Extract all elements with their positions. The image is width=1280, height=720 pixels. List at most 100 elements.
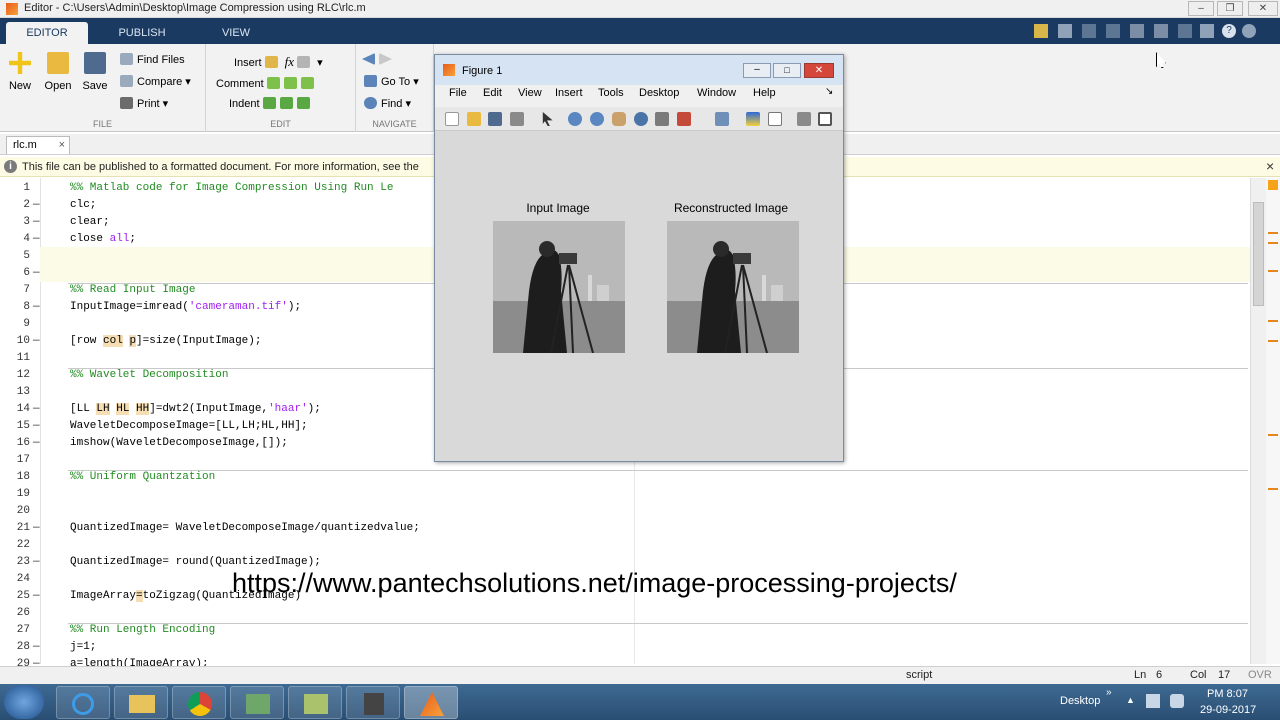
code-line[interactable]: %% Read Input Image [70,284,195,296]
compare-button[interactable]: Compare ▾ [120,74,191,90]
comment-button[interactable]: Comment [216,76,318,92]
new-figure-icon[interactable] [445,112,459,126]
code-line[interactable]: imshow(WaveletDecomposeImage,[]); [70,437,288,449]
show-plot-tools-icon[interactable] [818,112,832,126]
close-tab-icon[interactable]: × [59,137,65,154]
close-window-button[interactable]: ✕ [1248,1,1278,16]
back-button[interactable] [362,52,396,68]
indent-button[interactable]: Indent [229,96,314,112]
figure-minimize-button[interactable]: – [743,63,771,78]
breakpoint-marker[interactable]: — [33,420,40,432]
code-line[interactable]: %% Uniform Quantzation [70,471,215,483]
close-info-icon[interactable]: × [1266,158,1274,174]
paste-icon[interactable] [1130,24,1144,38]
help-icon[interactable]: ? [1222,24,1236,38]
dropdown-icon[interactable] [1242,24,1256,38]
colorbar-icon[interactable] [746,112,760,126]
warning-marker[interactable] [1268,270,1278,272]
clock-time[interactable]: PM 8:07 [1207,688,1248,700]
figure-menu-desktop[interactable]: Desktop [639,87,679,99]
breakpoint-marker[interactable]: — [33,267,40,279]
code-line[interactable]: %% Wavelet Decomposition [70,369,228,381]
code-line[interactable]: InputImage=imread('cameraman.tif'); [70,301,301,313]
figure-menu-file[interactable]: File [449,87,467,99]
data-cursor-icon[interactable] [655,112,669,126]
breakpoint-marker[interactable]: — [33,556,40,568]
save-figure-icon[interactable] [488,112,502,126]
code-line[interactable]: clear; [70,216,110,228]
code-line[interactable]: [LL LH HL HH]=dwt2(InputImage,'haar'); [70,403,321,415]
insert-button[interactable]: Insert fx ▾ [234,54,323,70]
save-quick-icon[interactable] [1058,24,1072,38]
switch-windows-icon[interactable] [1200,24,1214,38]
breakpoint-marker[interactable]: — [33,641,40,653]
editor-scrollbar[interactable] [1250,178,1266,664]
find-files-button[interactable]: Find Files [120,52,185,68]
code-line[interactable]: WaveletDecomposeImage=[LL,LH;HL,HH]; [70,420,308,432]
warning-marker[interactable] [1268,434,1278,436]
goto-button[interactable]: Go To ▾ [364,74,419,90]
pan-hand-icon[interactable] [612,112,626,126]
code-line[interactable]: %% Run Length Encoding [70,624,215,636]
link-plot-icon[interactable] [715,112,729,126]
save-button[interactable]: Save [77,50,113,92]
open-button[interactable]: Open [40,50,76,92]
taskbar-internet-explorer[interactable] [56,686,110,719]
figure-menu-view[interactable]: View [518,87,542,99]
tab-editor[interactable]: EDITOR [6,22,88,44]
figure-menu-help[interactable]: Help [753,87,776,99]
code-line[interactable]: QuantizedImage= WaveletDecomposeImage/qu… [70,522,420,534]
brush-icon[interactable] [677,112,691,126]
code-line[interactable]: %% Matlab code for Image Compression Usi… [70,182,393,194]
taskbar-matlab[interactable] [404,686,458,719]
new-button[interactable]: New [2,50,38,92]
breakpoint-marker[interactable]: — [33,199,40,211]
figure-close-button[interactable]: ✕ [804,63,834,78]
copy-icon[interactable] [1106,24,1120,38]
file-tab-rlc[interactable]: rlc.m × [6,136,70,154]
warning-marker[interactable] [1268,320,1278,322]
zoom-in-icon[interactable] [568,112,582,126]
figure-maximize-button[interactable]: □ [773,63,801,78]
find-button[interactable]: Find ▾ [364,96,411,112]
warning-marker[interactable] [1268,232,1278,234]
code-line[interactable]: [row col p]=size(InputImage); [70,335,261,347]
network-icon[interactable] [1146,694,1160,708]
desktop-toolbar-label[interactable]: Desktop [1060,695,1100,707]
breakpoint-marker[interactable]: — [33,301,40,313]
start-button[interactable] [4,685,44,719]
figure-menu-insert[interactable]: Insert [555,87,583,99]
code-line[interactable]: clc; [70,199,96,211]
print-button[interactable]: Print ▾ [120,96,168,112]
volume-icon[interactable] [1170,694,1184,708]
cut-icon[interactable] [1082,24,1096,38]
edit-plot-arrow-icon[interactable] [542,112,553,126]
breakpoint-marker[interactable]: — [33,590,40,602]
taskbar-file-explorer[interactable] [114,686,168,719]
taskbar-chrome[interactable] [172,686,226,719]
minimize-button[interactable]: – [1188,1,1214,16]
breakpoint-marker[interactable]: — [33,335,40,347]
figure-menu-tools[interactable]: Tools [598,87,624,99]
warning-marker[interactable] [1268,488,1278,490]
code-line[interactable]: QuantizedImage= round(QuantizedImage); [70,556,321,568]
clock-date[interactable]: 29-09-2017 [1200,704,1256,716]
warning-marker[interactable] [1268,340,1278,342]
taskbar-app-video[interactable] [346,686,400,719]
analyzer-status-icon[interactable] [1268,180,1278,190]
hide-plot-tools-icon[interactable] [797,112,811,126]
breakpoint-marker[interactable]: — [33,403,40,415]
scroll-thumb[interactable] [1253,202,1264,306]
breakpoint-marker[interactable]: — [33,216,40,228]
figure-menu-window[interactable]: Window [697,87,736,99]
print-figure-icon[interactable] [510,112,524,126]
undo-icon[interactable] [1154,24,1168,38]
warning-marker[interactable] [1268,242,1278,244]
layout-icon[interactable] [1034,24,1048,38]
maximize-button[interactable]: ❐ [1217,1,1243,16]
show-hidden-icons[interactable]: ▲ [1126,695,1135,705]
tab-view[interactable]: VIEW [196,22,276,44]
fx-icon[interactable]: fx [285,54,294,69]
redo-icon[interactable] [1178,24,1192,38]
breakpoint-marker[interactable]: — [33,522,40,534]
